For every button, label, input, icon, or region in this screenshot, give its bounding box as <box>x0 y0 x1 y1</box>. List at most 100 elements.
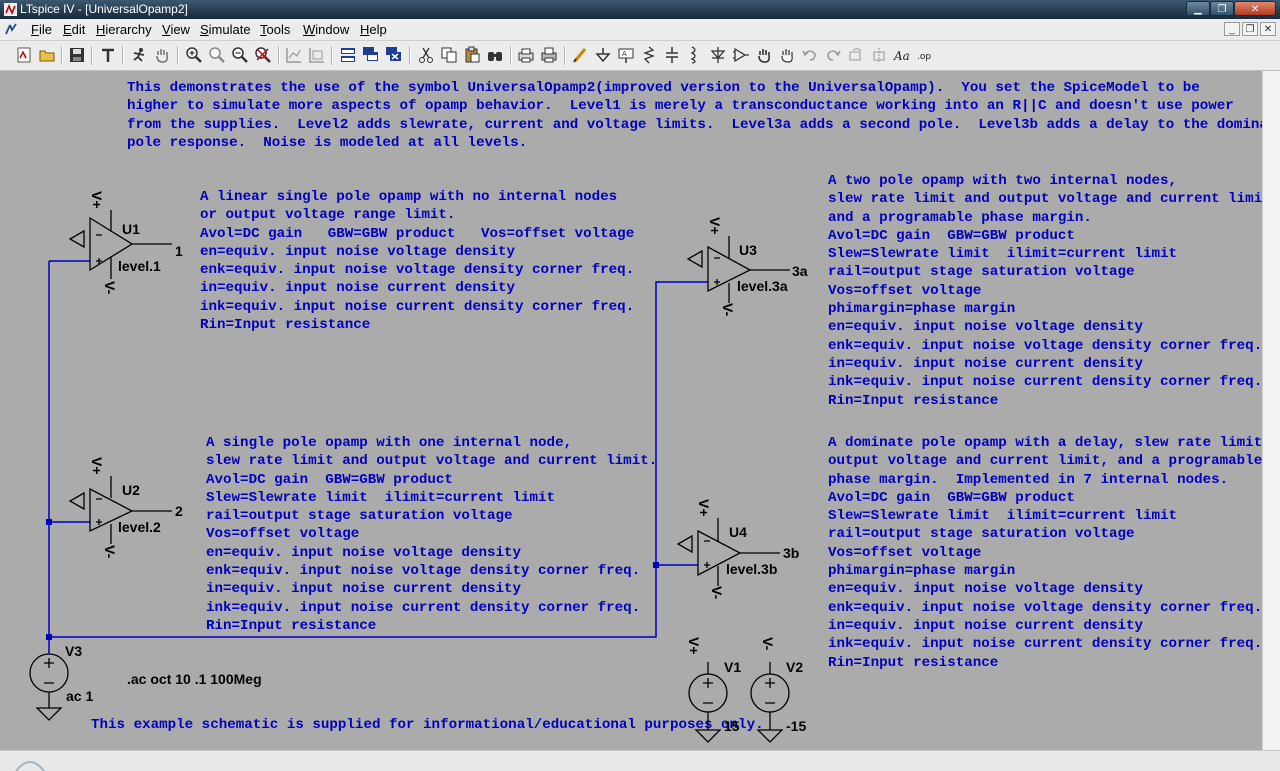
status-bar <box>0 750 1280 771</box>
tile-icon[interactable] <box>308 46 326 64</box>
u2-ref[interactable]: U2 <box>122 482 140 498</box>
menu-simulate[interactable]: Simulate <box>200 22 251 37</box>
mirror-icon[interactable] <box>870 46 888 64</box>
u1-vplus-label: V+ <box>89 191 105 209</box>
v3-ref[interactable]: V3 <box>65 643 82 659</box>
open-icon[interactable] <box>38 46 56 64</box>
redo-icon[interactable] <box>824 46 842 64</box>
status-indicator-icon <box>15 761 45 771</box>
capacitor-icon[interactable] <box>663 46 681 64</box>
v2-ref[interactable]: V2 <box>786 659 803 675</box>
inductor-icon[interactable] <box>686 46 704 64</box>
menu-window[interactable]: Window <box>303 22 349 37</box>
junction-dot <box>46 634 52 640</box>
zoom-in-icon[interactable] <box>185 46 203 64</box>
v1-value[interactable]: 15 <box>724 718 740 734</box>
diode-icon[interactable] <box>709 46 727 64</box>
label-net-icon[interactable]: A <box>617 46 635 64</box>
maximize-button[interactable]: ❐ <box>1210 1 1234 16</box>
spice-directive-icon[interactable]: .op <box>916 46 934 64</box>
child-window-icon[interactable] <box>3 21 19 37</box>
text-icon[interactable]: Aa <box>893 46 911 64</box>
undo-icon[interactable] <box>801 46 819 64</box>
title-bar: LTspice IV - [UniversalOpamp2] ▁ ❐ ✕ <box>0 0 1280 19</box>
u4-vplus-label: V+ <box>696 499 712 517</box>
window-title: LTspice IV - [UniversalOpamp2] <box>20 2 188 16</box>
resistor-icon[interactable] <box>640 46 658 64</box>
menu-view[interactable]: View <box>162 22 190 37</box>
zoom-fit-icon[interactable] <box>254 46 272 64</box>
toolbar-separator <box>564 46 566 65</box>
cut-icon[interactable] <box>417 46 435 64</box>
v2-vminus-label: V- <box>760 637 776 651</box>
u1-ref[interactable]: U1 <box>122 221 140 237</box>
u1-out-net: 1 <box>175 243 183 259</box>
wire-icon[interactable] <box>571 46 589 64</box>
v1-vplus-label: V+ <box>686 637 702 655</box>
zoom-area-icon[interactable] <box>208 46 226 64</box>
v3-value[interactable]: ac 1 <box>66 688 93 704</box>
u2-out-net: 2 <box>175 503 183 519</box>
u2-model[interactable]: level.2 <box>118 519 161 535</box>
rotate-icon[interactable] <box>847 46 865 64</box>
menu-tools[interactable]: Tools <box>260 22 290 37</box>
window-list-icon[interactable] <box>385 46 403 64</box>
svg-text:A: A <box>622 50 627 58</box>
cascade-icon[interactable] <box>339 46 357 64</box>
schematic-canvas[interactable]: This demonstrates the use of the symbol … <box>0 71 1280 750</box>
toolbar-separator <box>177 46 179 65</box>
u3-vplus-label: V+ <box>707 217 723 235</box>
menu-help[interactable]: Help <box>360 22 387 37</box>
u4-vminus-label: V- <box>709 586 725 600</box>
menu-edit[interactable]: Edit <box>63 22 85 37</box>
mdi-restore-button[interactable]: ❐ <box>1242 22 1258 36</box>
toolbar-separator <box>61 46 63 65</box>
junctions <box>46 519 659 640</box>
ltspice-app-icon <box>4 3 17 16</box>
u3-model[interactable]: level.3a <box>737 278 788 294</box>
junction-dot <box>653 562 659 568</box>
print-setup-icon[interactable] <box>517 46 535 64</box>
run-icon[interactable] <box>130 46 148 64</box>
u3-ref[interactable]: U3 <box>739 242 757 258</box>
new-schematic-icon[interactable] <box>15 46 33 64</box>
u1-model[interactable]: level.1 <box>118 258 161 274</box>
print-icon[interactable] <box>540 46 558 64</box>
zoom-out-icon[interactable] <box>231 46 249 64</box>
voltage-source-v1 <box>688 662 728 743</box>
drag-icon[interactable] <box>778 46 796 64</box>
copy-icon[interactable] <box>440 46 458 64</box>
find-icon[interactable] <box>486 46 504 64</box>
schematic-drawing <box>29 210 790 743</box>
v2-value[interactable]: -15 <box>786 718 806 734</box>
pan-icon[interactable] <box>153 46 171 64</box>
toolbar-separator <box>510 46 512 65</box>
junction-dot <box>46 519 52 525</box>
svg-text:Aa: Aa <box>893 49 910 63</box>
vertical-scrollbar[interactable] <box>1262 71 1280 750</box>
svg-text:.op: .op <box>917 52 931 62</box>
close-all-icon[interactable] <box>362 46 380 64</box>
toolbar-separator <box>409 46 411 65</box>
control-panel-icon[interactable] <box>99 46 117 64</box>
u4-out-net: 3b <box>783 545 800 561</box>
wires <box>48 260 708 654</box>
move-icon[interactable] <box>755 46 773 64</box>
autorange-icon[interactable] <box>285 46 303 64</box>
menu-hierarchy[interactable]: Hierarchy <box>96 22 152 37</box>
mdi-close-button[interactable]: ✕ <box>1260 22 1276 36</box>
menu-file[interactable]: File <box>31 22 52 37</box>
component-icon[interactable] <box>732 46 750 64</box>
save-icon[interactable] <box>68 46 86 64</box>
v1-ref[interactable]: V1 <box>724 659 741 675</box>
toolbar-separator <box>91 46 93 65</box>
close-button[interactable]: ✕ <box>1234 1 1276 16</box>
mdi-minimize-button[interactable]: _ <box>1224 22 1240 36</box>
toolbar-separator <box>331 46 333 65</box>
u4-model[interactable]: level.3b <box>726 561 777 577</box>
u4-ref[interactable]: U4 <box>729 524 747 540</box>
ground-icon[interactable] <box>594 46 612 64</box>
voltage-source-v2 <box>750 662 790 743</box>
paste-icon[interactable] <box>463 46 481 64</box>
minimize-button[interactable]: ▁ <box>1186 1 1210 16</box>
